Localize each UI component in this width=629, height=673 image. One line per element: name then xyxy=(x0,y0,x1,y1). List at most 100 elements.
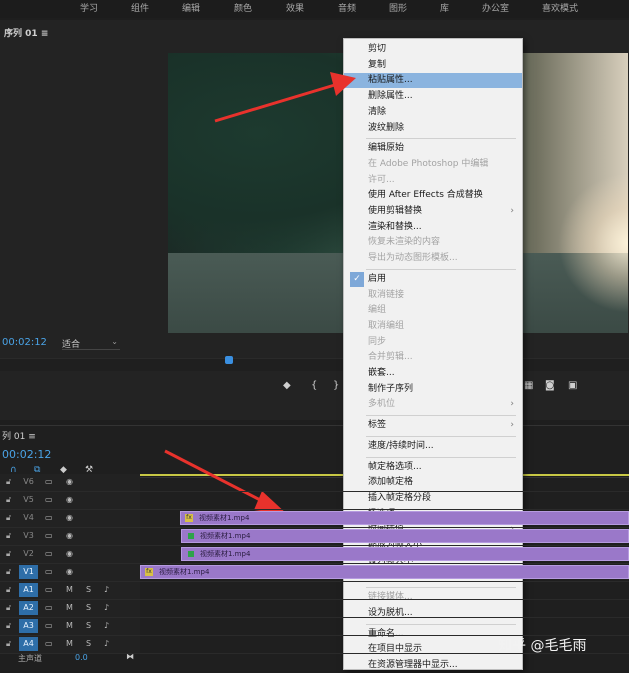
menu-item[interactable]: 速度/持续时间... xyxy=(344,439,522,454)
track-target[interactable]: V3 xyxy=(19,529,38,543)
timeline-tab[interactable]: 列 01 ≡ xyxy=(2,429,36,442)
workspace-tab-audio[interactable]: 音频 xyxy=(338,1,356,14)
lock-icon[interactable]: 🔓︎ xyxy=(6,621,11,631)
track-target[interactable]: V1 xyxy=(19,565,38,579)
lock-icon[interactable]: 🔓︎ xyxy=(6,567,11,577)
menu-item[interactable]: 粘贴属性... xyxy=(344,73,522,89)
track-row-v1[interactable]: fx 视频素材1.mp4 xyxy=(140,564,629,582)
microphone-icon[interactable]: ♪ xyxy=(104,585,109,594)
sync-lock-icon[interactable]: ▭ xyxy=(45,549,53,558)
microphone-icon[interactable]: ♪ xyxy=(104,639,109,648)
timeline-clip[interactable]: 视频素材1.mp4 xyxy=(181,529,629,543)
workspace-tab-assembly[interactable]: 组件 xyxy=(131,1,149,14)
sync-lock-icon[interactable]: ▭ xyxy=(45,585,53,594)
track-row-v4[interactable]: fx 视频素材1.mp4 xyxy=(140,510,629,528)
mute-icon[interactable]: M xyxy=(66,639,73,648)
menu-item[interactable]: 标签 › xyxy=(344,418,522,433)
eye-icon[interactable]: ◉ xyxy=(66,549,73,558)
workspace-tab-favorite[interactable]: 喜欢模式 xyxy=(542,1,578,14)
lock-icon[interactable]: 🔓︎ xyxy=(6,549,11,559)
workspace-tab-effects[interactable]: 效果 xyxy=(286,1,304,14)
mute-icon[interactable]: M xyxy=(66,621,73,630)
menu-item[interactable]: 剪切 xyxy=(344,42,522,57)
add-marker-icon[interactable]: ◆ xyxy=(283,380,291,391)
lock-icon[interactable]: 🔓︎ xyxy=(6,495,11,505)
track-target[interactable]: V5 xyxy=(19,493,38,507)
timeline-timecode[interactable]: 00:02:12 xyxy=(2,448,51,461)
menu-item[interactable]: 在资源管理器中显示... xyxy=(344,658,522,673)
track-target[interactable]: A2 xyxy=(19,601,38,615)
menu-icon[interactable]: ≡ xyxy=(41,29,49,39)
lock-icon[interactable]: 🔓︎ xyxy=(6,513,11,523)
lock-icon[interactable]: 🔓︎ xyxy=(6,531,11,541)
workspace-tab-editing[interactable]: 编辑 xyxy=(182,1,200,14)
timeline-clip[interactable]: fx 视频素材1.mp4 xyxy=(140,565,629,579)
sync-lock-icon[interactable]: ▭ xyxy=(45,639,53,648)
mark-out-icon[interactable]: } xyxy=(333,380,339,391)
eye-icon[interactable]: ◉ xyxy=(66,531,73,540)
sync-lock-icon[interactable]: ▭ xyxy=(45,495,53,504)
timeline-clip[interactable]: 视频素材1.mp4 xyxy=(181,547,629,561)
track-target[interactable]: V2 xyxy=(19,547,38,561)
microphone-icon[interactable]: ♪ xyxy=(104,603,109,612)
workspace-tab-learn[interactable]: 学习 xyxy=(80,1,98,14)
menu-item[interactable]: 删除属性... xyxy=(344,89,522,104)
menu-item[interactable]: 清除 xyxy=(344,105,522,120)
menu-item[interactable]: 帧定格选项... xyxy=(344,460,522,475)
sync-lock-icon[interactable]: ▭ xyxy=(45,513,53,522)
track-row-v5[interactable] xyxy=(140,492,629,510)
camera-icon[interactable]: ◙ xyxy=(545,380,555,391)
menu-item[interactable]: 制作子序列 xyxy=(344,382,522,397)
track-target[interactable]: V4 xyxy=(19,511,38,525)
lock-icon[interactable]: 🔓︎ xyxy=(6,585,11,595)
track-row-a1[interactable] xyxy=(140,582,629,600)
solo-icon[interactable]: S xyxy=(86,585,91,594)
sync-lock-icon[interactable]: ▭ xyxy=(45,477,53,486)
menu-item[interactable]: 复制 xyxy=(344,58,522,73)
monitor-timecode[interactable]: 00:02:12 xyxy=(2,337,47,348)
solo-icon[interactable]: S xyxy=(86,639,91,648)
master-value[interactable]: 0.0 xyxy=(75,653,88,662)
monitor-playhead[interactable] xyxy=(225,356,233,364)
sync-lock-icon[interactable]: ▭ xyxy=(45,603,53,612)
track-row-a3[interactable] xyxy=(140,618,629,636)
track-target[interactable]: V6 xyxy=(19,475,38,489)
sync-lock-icon[interactable]: ▭ xyxy=(45,621,53,630)
workspace-tab-color[interactable]: 颜色 xyxy=(234,1,252,14)
eye-icon[interactable]: ◉ xyxy=(66,567,73,576)
timeline-clip[interactable]: fx 视频素材1.mp4 xyxy=(180,511,629,525)
sync-lock-icon[interactable]: ▭ xyxy=(45,567,53,576)
menu-item[interactable]: 波纹删除 xyxy=(344,121,522,136)
lock-icon[interactable]: 🔓︎ xyxy=(6,477,11,487)
monitor-scrub-bar[interactable] xyxy=(0,358,629,371)
export-frame-icon[interactable]: ▦ xyxy=(524,380,533,391)
track-row-v3[interactable]: 视频素材1.mp4 xyxy=(140,528,629,546)
track-target[interactable]: A4 xyxy=(19,637,38,651)
mark-in-icon[interactable]: { xyxy=(311,380,317,391)
track-target[interactable]: A1 xyxy=(19,583,38,597)
sync-lock-icon[interactable]: ▭ xyxy=(45,531,53,540)
track-row-v2[interactable]: 视频素材1.mp4 xyxy=(140,546,629,564)
track-row-a4[interactable] xyxy=(140,636,629,654)
lock-icon[interactable]: 🔓︎ xyxy=(6,603,11,613)
workspace-tab-graphics[interactable]: 图形 xyxy=(389,1,407,14)
menu-item[interactable]: 嵌套... xyxy=(344,366,522,381)
menu-item[interactable]: ✓ 启用 xyxy=(344,271,522,287)
menu-icon[interactable]: ≡ xyxy=(28,432,36,442)
workspace-tab-libraries[interactable]: 库 xyxy=(440,1,449,14)
menu-item[interactable]: 使用 After Effects 合成替换 xyxy=(344,188,522,203)
compare-icon[interactable]: ▣ xyxy=(568,380,577,391)
microphone-icon[interactable]: ♪ xyxy=(104,621,109,630)
menu-item[interactable]: 编辑原始 xyxy=(344,141,522,156)
lock-icon[interactable]: 🔓︎ xyxy=(6,639,11,649)
track-row-a2[interactable] xyxy=(140,600,629,618)
track-row-v6[interactable] xyxy=(140,474,629,492)
solo-icon[interactable]: S xyxy=(86,621,91,630)
eye-icon[interactable]: ◉ xyxy=(66,513,73,522)
solo-icon[interactable]: S xyxy=(86,603,91,612)
workspace-tab-office[interactable]: 办公室 xyxy=(482,1,509,14)
menu-item[interactable]: 渲染和替换... xyxy=(344,220,522,235)
fit-dropdown[interactable]: 适合 ⌄ xyxy=(62,337,120,350)
eye-icon[interactable]: ◉ xyxy=(66,495,73,504)
mute-icon[interactable]: M xyxy=(66,603,73,612)
